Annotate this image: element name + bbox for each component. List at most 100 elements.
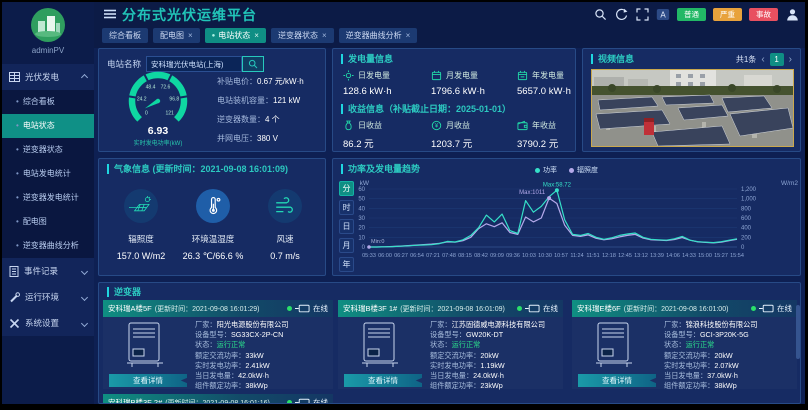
gauge-unit-label: 实时发电功率(kW)	[103, 138, 213, 147]
language-icon[interactable]: A	[656, 7, 670, 21]
sidebar-item-station-status[interactable]: 电站状态	[2, 114, 94, 138]
user-icon[interactable]	[785, 7, 799, 21]
view-details-button[interactable]: 查看详情	[578, 374, 656, 387]
svg-text:15:00: 15:00	[698, 253, 712, 259]
menu-toggle-icon[interactable]	[104, 9, 116, 19]
field-module-power: 组件额定功率：23kWp	[430, 381, 560, 391]
range-day-button[interactable]: 日	[339, 219, 354, 234]
platform-logo-icon	[30, 7, 66, 43]
weather-title: 气象信息 (更新时间：2021-09-08 16:01:09)	[107, 164, 288, 174]
tab-dashboard[interactable]: 综合看板	[102, 28, 148, 43]
field-daily-energy: 当日发电量：24.0kW·h	[430, 371, 560, 381]
tab-distribution-diagram[interactable]: 配电图×	[153, 28, 200, 43]
svg-text:50: 50	[358, 197, 365, 203]
svg-text:40: 40	[358, 206, 365, 212]
field-rated-power: 额定交流功率：33kW	[195, 351, 330, 361]
next-page-icon[interactable]: ›	[789, 55, 792, 65]
svg-text:200: 200	[741, 235, 752, 241]
inverter-card-header[interactable]: 安科瑞B楼3F 2# (更新时间：2021-09-08 16:01:16) 在线	[103, 394, 333, 404]
view-details-button[interactable]: 查看详情	[109, 374, 187, 387]
svg-text:W/m2: W/m2	[781, 180, 798, 187]
svg-text:0: 0	[145, 111, 148, 117]
wind-speed-label: 风速	[240, 233, 326, 245]
sidebar-item-dashboard[interactable]: 综合看板	[2, 90, 94, 114]
sidebar-submenu: 综合看板 电站状态 逆变器状态 电站发电统计 逆变器发电统计 配电图 逆变器曲线…	[2, 90, 94, 258]
close-icon[interactable]: ×	[188, 31, 193, 40]
svg-text:11:24: 11:24	[570, 253, 583, 259]
svg-text:08:15: 08:15	[458, 253, 472, 259]
sidebar-item-inverter-status[interactable]: 逆变器状态	[2, 138, 94, 162]
svg-text:400: 400	[741, 226, 752, 232]
monthly-revenue: ¥月收益 1203.7 元	[431, 120, 517, 150]
sidebar-group-event-records[interactable]: 事件记录	[2, 258, 94, 284]
video-snapshot[interactable]	[591, 69, 794, 147]
sidebar: adminPV 光伏发电 综合看板 电站状态 逆变器状态 电站发电统计 逆变器发…	[2, 2, 94, 404]
sidebar-item-station-statistics[interactable]: 电站发电统计	[2, 162, 94, 186]
irradiance-icon	[124, 189, 158, 223]
range-hour-button[interactable]: 时	[339, 200, 354, 215]
svg-text:09:36: 09:36	[506, 253, 520, 259]
monthly-generation: 月发电量 1796.6 kW·h	[431, 70, 517, 97]
close-icon[interactable]: ×	[254, 31, 259, 40]
legend-power[interactable]: 功率	[535, 165, 557, 175]
svg-text:0: 0	[741, 245, 745, 251]
svg-text:10:03: 10:03	[522, 253, 536, 259]
station-search-button[interactable]	[242, 56, 264, 72]
range-minute-button[interactable]: 分	[339, 181, 354, 196]
station-panel: 电站名称 024.248.472.696.8121 6.93 实时发电功率(kW…	[98, 48, 326, 152]
online-dot	[287, 400, 292, 404]
inverter-image	[119, 321, 171, 369]
fullscreen-icon[interactable]	[635, 7, 649, 21]
sidebar-group-system-settings[interactable]: 系统设置	[2, 310, 94, 336]
alarm-badge-normal[interactable]: 普通	[677, 8, 706, 21]
field-vendor: 厂家：锦浪科技股份有限公司	[664, 320, 794, 330]
generation-panel: 发电量信息 日发电量 128.6 kW·h 月发电量 1796.6 kW·h 年…	[332, 48, 576, 152]
svg-text:Min:0: Min:0	[371, 239, 384, 245]
close-icon[interactable]: ×	[406, 31, 411, 40]
refresh-icon[interactable]	[614, 7, 628, 21]
range-month-button[interactable]: 月	[339, 238, 354, 253]
close-icon[interactable]: ×	[322, 31, 327, 40]
field-rated-power: 额定交流功率：20kW	[430, 351, 560, 361]
field-model: 设备型号：GCI-3P20K-5G	[664, 330, 794, 340]
search-icon[interactable]	[593, 7, 607, 21]
realtime-power-gauge: 024.248.472.696.8121	[103, 69, 213, 127]
chevron-down-icon	[81, 293, 88, 300]
range-year-button[interactable]: 年	[339, 257, 354, 272]
sidebar-group-runtime-env[interactable]: 运行环境	[2, 284, 94, 310]
svg-text:¥: ¥	[435, 124, 439, 130]
svg-text:15:54: 15:54	[730, 253, 744, 259]
online-dot	[287, 306, 292, 311]
online-dot	[751, 306, 756, 311]
page-number[interactable]: 1	[770, 53, 784, 66]
alarm-badge-severe[interactable]: 严重	[713, 8, 742, 21]
chevron-up-icon	[81, 73, 88, 80]
svg-text:14:06: 14:06	[666, 253, 680, 259]
trend-title: 功率及发电量趋势	[341, 164, 420, 174]
svg-text:12:18: 12:18	[602, 253, 616, 259]
svg-text:600: 600	[741, 216, 752, 222]
sidebar-item-curve-analysis[interactable]: 逆变器曲线分析	[2, 234, 94, 258]
prev-page-icon[interactable]: ‹	[761, 55, 764, 65]
daily-revenue: 日收益 86.2 元	[343, 120, 429, 150]
svg-text:96.8: 96.8	[169, 96, 179, 102]
sidebar-item-inverter-statistics[interactable]: 逆变器发电统计	[2, 186, 94, 210]
inverter-card-header[interactable]: 安科瑞E楼6F (更新时间：2021-09-08 16:01:00) 在线	[572, 300, 797, 317]
tab-inverter-status[interactable]: 逆变器状态×	[271, 28, 334, 43]
field-vendor: 厂家：阳光电源股份有限公司	[195, 320, 330, 330]
tab-curve-analysis[interactable]: 逆变器曲线分析×	[339, 28, 418, 43]
svg-text:Max:58.72: Max:58.72	[543, 183, 572, 189]
scrollbar-thumb[interactable]	[796, 305, 800, 359]
inverter-card-header[interactable]: 安科瑞A楼5F (更新时间：2021-09-08 16:01:29) 在线	[103, 300, 333, 317]
view-details-button[interactable]: 查看详情	[344, 374, 422, 387]
generation-title: 发电量信息	[341, 54, 393, 64]
revenue-title: 收益信息（补贴截止日期：2025-01-01）	[341, 104, 511, 114]
open-tabs: 综合看板 配电图× ●电站状态× 逆变器状态× 逆变器曲线分析×	[102, 28, 417, 43]
tab-station-status[interactable]: ●电站状态×	[205, 28, 266, 43]
sidebar-item-distribution-diagram[interactable]: 配电图	[2, 210, 94, 234]
sidebar-group-pv-generation[interactable]: 光伏发电	[2, 64, 94, 90]
alarm-badge-accident[interactable]: 事故	[749, 8, 778, 21]
gauge-value: 6.93	[103, 125, 213, 137]
inverter-card-header[interactable]: 安科瑞B楼3F 1# (更新时间：2021-09-08 16:01:09) 在线	[338, 300, 563, 317]
legend-irradiance[interactable]: 辐照度	[569, 165, 598, 175]
